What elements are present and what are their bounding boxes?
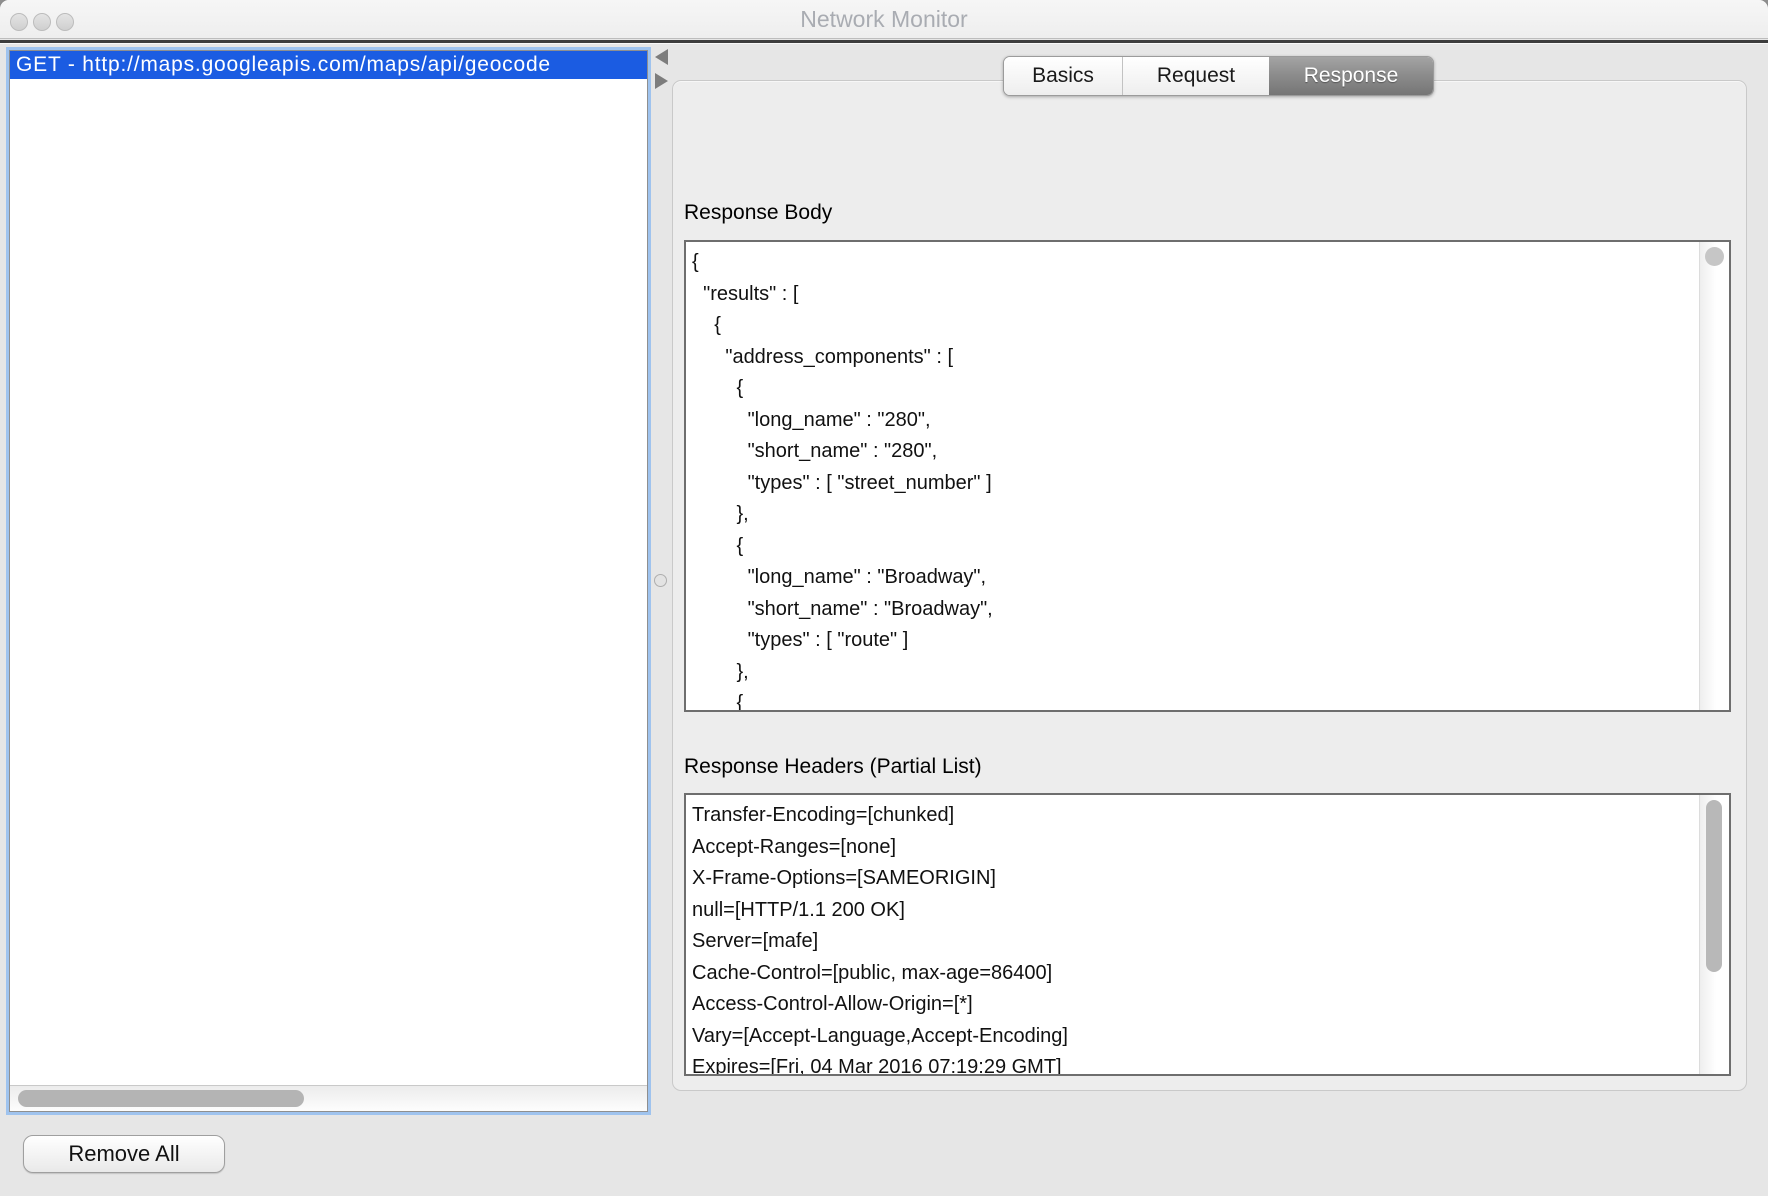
code-line: Access-Control-Allow-Origin=[*]	[692, 989, 1698, 1021]
divider-dimple-icon[interactable]	[654, 574, 667, 587]
code-line: "results" : [	[692, 279, 1698, 311]
code-line: {	[692, 310, 1698, 342]
request-list-item[interactable]: GET - http://maps.googleapis.com/maps/ap…	[10, 51, 647, 79]
response-body-label: Response Body	[684, 201, 832, 225]
code-line: {	[692, 688, 1698, 710]
vertical-scrollbar-thumb[interactable]	[1705, 247, 1724, 266]
code-line: },	[692, 657, 1698, 689]
code-line: Accept-Ranges=[none]	[692, 832, 1698, 864]
vertical-scrollbar-thumb[interactable]	[1706, 800, 1722, 972]
code-line: },	[692, 499, 1698, 531]
titlebar: Network Monitor	[0, 0, 1768, 39]
code-line: "long_name" : "Broadway",	[692, 562, 1698, 594]
code-line: X-Frame-Options=[SAMEORIGIN]	[692, 863, 1698, 895]
tab-basics[interactable]: Basics	[1004, 57, 1123, 95]
response-body-vertical-scrollbar[interactable]	[1699, 242, 1729, 710]
network-monitor-window: Network Monitor GET - http://maps.google…	[0, 0, 1768, 1196]
code-line: {	[692, 247, 1698, 279]
split-divider[interactable]	[651, 47, 672, 1115]
tab-response[interactable]: Response	[1269, 57, 1433, 95]
code-line: Expires=[Fri, 04 Mar 2016 07:19:29 GMT]	[692, 1052, 1698, 1074]
code-line: Cache-Control=[public, max-age=86400]	[692, 958, 1698, 990]
code-line: Server=[mafe]	[692, 926, 1698, 958]
code-line: "types" : [ "route" ]	[692, 625, 1698, 657]
code-line: "address_components" : [	[692, 342, 1698, 374]
remove-all-button[interactable]: Remove All	[23, 1135, 225, 1173]
titlebar-separator	[0, 40, 1768, 44]
code-line: "long_name" : "280",	[692, 405, 1698, 437]
tab-bar: Basics Request Response	[1003, 56, 1434, 96]
window-title: Network Monitor	[0, 0, 1768, 39]
request-list[interactable]: GET - http://maps.googleapis.com/maps/ap…	[9, 50, 648, 1112]
response-body-textarea[interactable]: { "results" : [ { "address_components" :…	[684, 240, 1731, 712]
code-line: Transfer-Encoding=[chunked]	[692, 800, 1698, 832]
code-line: Vary=[Accept-Language,Accept-Encoding]	[692, 1021, 1698, 1053]
code-line: null=[HTTP/1.1 200 OK]	[692, 895, 1698, 927]
code-line: "short_name" : "280",	[692, 436, 1698, 468]
response-headers-textarea[interactable]: Transfer-Encoding=[chunked]Accept-Ranges…	[684, 793, 1731, 1076]
code-line: "short_name" : "Broadway",	[692, 594, 1698, 626]
response-headers-content: Transfer-Encoding=[chunked]Accept-Ranges…	[686, 795, 1698, 1074]
response-body-content: { "results" : [ { "address_components" :…	[686, 242, 1698, 710]
code-line: {	[692, 531, 1698, 563]
collapse-left-arrow-icon[interactable]	[655, 49, 668, 65]
code-line: {	[692, 373, 1698, 405]
response-headers-vertical-scrollbar[interactable]	[1699, 795, 1729, 1074]
tab-request[interactable]: Request	[1123, 57, 1269, 95]
collapse-right-arrow-icon[interactable]	[655, 73, 668, 89]
response-headers-label: Response Headers (Partial List)	[684, 755, 982, 779]
horizontal-scrollbar[interactable]	[10, 1085, 647, 1111]
code-line: "types" : [ "street_number" ]	[692, 468, 1698, 500]
request-list-panel: GET - http://maps.googleapis.com/maps/ap…	[6, 47, 651, 1115]
horizontal-scrollbar-thumb[interactable]	[18, 1090, 304, 1107]
